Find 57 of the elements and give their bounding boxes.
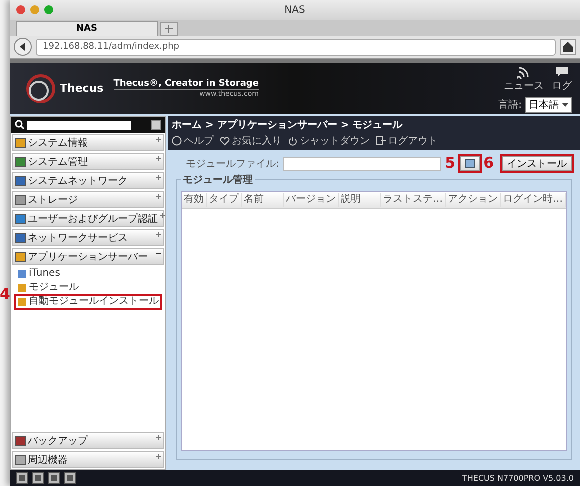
- window-title: NAS: [284, 4, 306, 16]
- back-icon[interactable]: [14, 38, 32, 56]
- callout-number: 4: [0, 287, 10, 302]
- power-icon: [288, 136, 298, 146]
- column-header[interactable]: 説明: [339, 193, 381, 207]
- nav-item[interactable]: システムネットワーク: [12, 172, 164, 189]
- new-tab-icon[interactable]: [160, 22, 178, 36]
- column-header[interactable]: アクション: [446, 193, 501, 207]
- file-path-field[interactable]: [283, 156, 442, 170]
- nav-item[interactable]: ネットワークサービス: [12, 229, 164, 246]
- nav-item[interactable]: バックアップ: [12, 432, 164, 449]
- header-link[interactable]: ログ: [552, 78, 572, 92]
- model-version: THECUS N7700PRO V5.03.0: [462, 474, 574, 482]
- column-header[interactable]: バージョン: [284, 193, 339, 207]
- logout-icon: [376, 136, 386, 146]
- nav-item[interactable]: システム管理: [12, 153, 164, 170]
- breadcrumb: ホーム > アプリケーションサーバー > モジュール: [172, 118, 403, 132]
- address-bar[interactable]: 192.168.88.11/adm/index.php: [36, 38, 556, 56]
- browse-button[interactable]: [460, 156, 480, 171]
- nav-subitem[interactable]: iTunes: [15, 267, 62, 281]
- language-select[interactable]: 日本語: [525, 96, 572, 112]
- window-controls-icon[interactable]: [16, 5, 56, 15]
- language-label: 言語:: [498, 98, 522, 112]
- nav-item[interactable]: システム情報: [12, 134, 164, 151]
- install-button[interactable]: インストール: [502, 156, 572, 171]
- callout-number: 6: [484, 156, 494, 171]
- heart-icon: [220, 136, 230, 146]
- top-link[interactable]: シャットダウン: [300, 134, 370, 148]
- feed-icon[interactable]: [517, 64, 531, 78]
- search-icon: [15, 120, 25, 130]
- logo-text: Thecus: [60, 82, 104, 95]
- home-icon[interactable]: [560, 39, 576, 55]
- caret-icon: [561, 100, 570, 109]
- top-link[interactable]: ヘルプ: [184, 134, 214, 148]
- column-header[interactable]: 名前: [242, 193, 284, 207]
- callout-number: 5: [445, 156, 456, 171]
- nav-item[interactable]: ユーザーおよびグループ認証: [12, 210, 164, 227]
- browser-tab[interactable]: NAS: [16, 21, 158, 36]
- column-header[interactable]: ラストステ…: [381, 193, 446, 207]
- nav-item[interactable]: アプリケーションサーバー: [12, 248, 164, 265]
- column-header[interactable]: ログイン時…: [501, 193, 566, 207]
- column-header[interactable]: 有効: [182, 193, 207, 207]
- help-icon: [172, 136, 182, 146]
- speech-bubble-icon[interactable]: [555, 64, 569, 78]
- nav-item[interactable]: ストレージ: [12, 191, 164, 208]
- column-header[interactable]: タイプ: [207, 193, 242, 207]
- url-text: 192.168.88.11/adm/index.php: [43, 42, 180, 52]
- top-link[interactable]: ログアウト: [388, 134, 438, 148]
- collapse-icon[interactable]: [151, 120, 161, 130]
- nav-item[interactable]: 周辺機器: [12, 451, 164, 468]
- nav-subitem[interactable]: 自動モジュールインストール: [15, 295, 161, 309]
- panel-title: モジュール管理: [181, 173, 255, 187]
- top-link[interactable]: お気に入り: [232, 134, 282, 148]
- tagline: Thecus®, Creator in Storage: [114, 79, 259, 90]
- header-link[interactable]: ニュース: [504, 78, 544, 92]
- field-label: モジュールファイル:: [186, 158, 280, 170]
- nav-subitem[interactable]: モジュール: [15, 281, 81, 295]
